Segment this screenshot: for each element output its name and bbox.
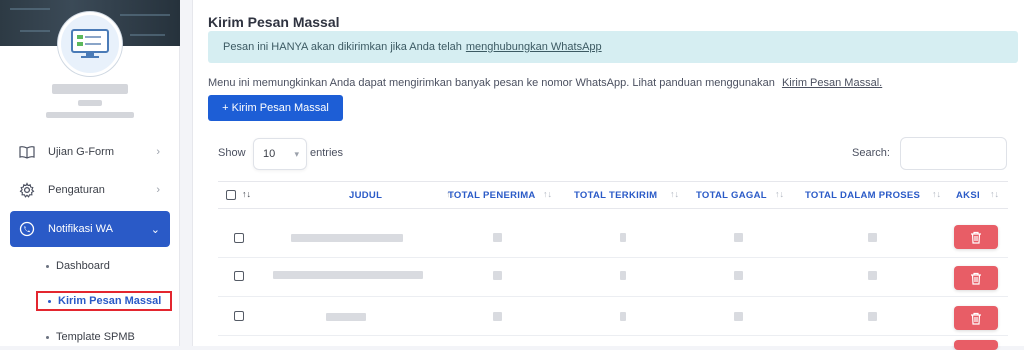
delete-button[interactable] [954, 340, 998, 350]
info-alert: Pesan ini HANYA akan dikirimkan jika And… [208, 31, 1018, 63]
redacted-count [620, 271, 626, 280]
chevron-down-icon: ⌄ [150, 223, 160, 236]
submenu-template-spmb[interactable]: Template SPMB [36, 327, 143, 347]
delete-button[interactable] [954, 266, 998, 290]
monitor-icon [71, 29, 109, 58]
column-total-terkirim[interactable]: TOTAL TERKIRIM [574, 190, 657, 201]
chevron-right-icon: › [156, 184, 160, 196]
whatsapp-phone-icon [18, 220, 36, 238]
search-label: Search: [852, 147, 890, 159]
bullet-icon [46, 264, 49, 268]
sidebar-item-notifikasi-wa[interactable]: Notifikasi WA ⌄ [10, 211, 170, 247]
redacted-username [52, 84, 128, 94]
redacted-count [734, 312, 743, 321]
delete-button[interactable] [954, 306, 998, 330]
redacted-count [620, 312, 626, 321]
table-row [218, 258, 1008, 297]
redacted-count [734, 271, 743, 280]
redacted-count [868, 233, 877, 242]
sidebar-item-pengaturan[interactable]: Pengaturan › [10, 172, 170, 208]
column-total-gagal[interactable]: TOTAL GAGAL [696, 190, 767, 201]
redacted-count [868, 312, 877, 321]
chevron-down-icon: ▾ [294, 149, 299, 159]
sort-icon[interactable]: ↑↓ [543, 189, 552, 199]
alert-text: Pesan ini HANYA akan dikirimkan jika And… [223, 41, 462, 53]
show-label: Show [218, 147, 246, 159]
sidebar-item-ujian-gform[interactable]: Ujian G-Form › [10, 134, 170, 170]
gear-icon [18, 181, 36, 199]
redacted-count [493, 233, 502, 242]
table-header: ↑↓ JUDUL ↑↓ TOTAL PENERIMA ↑↓ TOTAL TERK… [218, 181, 1008, 209]
description-text: Menu ini memungkinkan Anda dapat mengiri… [208, 77, 775, 89]
submenu-kirim-pesan-massal[interactable]: Kirim Pesan Massal [36, 291, 172, 311]
row-checkbox[interactable] [234, 233, 244, 243]
redacted-title [273, 271, 423, 279]
sort-icon[interactable]: ↑↓ [242, 189, 251, 199]
bullet-icon [48, 299, 51, 303]
sidebar: Ujian G-Form › Pengaturan › Notifikasi W… [0, 0, 180, 346]
search-input[interactable] [900, 137, 1007, 170]
sort-icon[interactable]: ↑↓ [990, 189, 999, 199]
sort-icon[interactable]: ↑↓ [932, 189, 941, 199]
avatar [58, 12, 122, 76]
redacted-detail [46, 112, 134, 118]
redacted-count [493, 271, 502, 280]
table-row [218, 297, 1008, 336]
sort-icon[interactable]: ↑↓ [670, 189, 679, 199]
main-card: Kirim Pesan Massal Pesan ini HANYA akan … [192, 0, 1024, 350]
row-checkbox[interactable] [234, 271, 244, 281]
sidebar-item-label: Pengaturan [48, 184, 105, 196]
chevron-right-icon: › [156, 146, 160, 158]
page-title: Kirim Pesan Massal [208, 14, 340, 30]
redacted-title [291, 234, 403, 242]
redacted-count [734, 233, 743, 242]
page-description: Menu ini memungkinkan Anda dapat mengiri… [208, 77, 882, 89]
sort-icon[interactable]: ↑↓ [775, 189, 784, 199]
guide-link[interactable]: Kirim Pesan Massal. [782, 77, 882, 89]
redacted-count [493, 312, 502, 321]
submenu-label: Dashboard [56, 260, 110, 272]
column-judul[interactable]: JUDUL [349, 190, 382, 201]
entries-label: entries [310, 147, 344, 159]
add-bulk-message-button[interactable]: + Kirim Pesan Massal [208, 95, 343, 121]
trash-icon [971, 312, 981, 325]
trash-icon [971, 231, 981, 244]
redacted-title [326, 313, 366, 321]
bullet-icon [46, 335, 49, 339]
entries-select[interactable]: 10 ▾ [253, 138, 307, 170]
submenu-label: Template SPMB [56, 331, 135, 343]
column-aksi: AKSI [956, 190, 980, 201]
redacted-role [78, 100, 102, 106]
column-total-dalam-proses[interactable]: TOTAL DALAM PROSES [805, 190, 920, 201]
redacted-count [620, 233, 626, 242]
submenu-dashboard[interactable]: Dashboard [36, 256, 118, 276]
connect-whatsapp-link[interactable]: menghubungkan WhatsApp [466, 41, 602, 53]
entries-value: 10 [263, 148, 276, 160]
redacted-count [868, 271, 877, 280]
select-all-checkbox[interactable] [226, 190, 236, 200]
row-checkbox[interactable] [234, 311, 244, 321]
submenu-label: Kirim Pesan Massal [58, 295, 162, 307]
table-row [218, 219, 1008, 258]
sidebar-item-label: Notifikasi WA [48, 223, 113, 235]
book-icon [18, 143, 36, 161]
trash-icon [971, 272, 981, 285]
delete-button[interactable] [954, 225, 998, 249]
sidebar-item-label: Ujian G-Form [48, 146, 115, 158]
column-total-penerima[interactable]: TOTAL PENERIMA [448, 190, 536, 201]
